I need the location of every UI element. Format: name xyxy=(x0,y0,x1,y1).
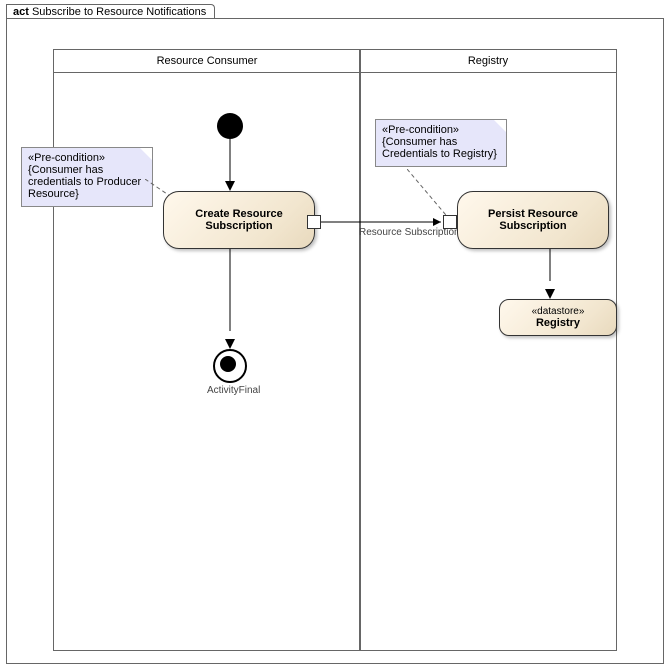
final-node-label: ActivityFinal xyxy=(207,385,260,396)
activity-label: Create Resource Subscription xyxy=(172,208,306,232)
input-pin-persist xyxy=(443,215,457,229)
frame-title: Subscribe to Resource Notifications xyxy=(32,6,206,18)
arrowhead-icon xyxy=(545,289,555,299)
activity-final-node xyxy=(213,349,247,383)
lane-registry-header: Registry xyxy=(360,50,616,73)
arrowhead-icon xyxy=(225,339,235,349)
note-stereotype: «Pre-condition» xyxy=(28,152,146,164)
lane-consumer-header: Resource Consumer xyxy=(54,50,360,73)
edge-persist-to-datastore xyxy=(545,249,557,291)
lane-consumer: Resource Consumer xyxy=(53,49,361,651)
note-text: {Consumer has Credentials to Registry} xyxy=(382,136,500,160)
note-registry-precondition: «Pre-condition» {Consumer has Credential… xyxy=(375,119,507,167)
note-consumer-precondition: «Pre-condition» {Consumer has credential… xyxy=(21,147,153,207)
output-pin-create xyxy=(307,215,321,229)
activity-persist-subscription: Persist Resource Subscription xyxy=(457,191,609,249)
datastore-registry: «datastore» Registry xyxy=(499,299,617,336)
initial-node xyxy=(217,113,243,139)
activity-label: Persist Resource Subscription xyxy=(466,208,600,232)
datastore-name: Registry xyxy=(508,317,608,329)
diagram-canvas: act Subscribe to Resource Notifications … xyxy=(0,0,670,670)
datastore-stereotype: «datastore» xyxy=(508,306,608,317)
edge-create-to-final xyxy=(225,249,237,341)
arrowhead-icon xyxy=(225,181,235,191)
note-text: {Consumer has credentials to Producer Re… xyxy=(28,164,146,200)
note-stereotype: «Pre-condition» xyxy=(382,124,500,136)
activity-create-subscription: Create Resource Subscription xyxy=(163,191,315,249)
activity-frame: Resource Consumer Registry «Pre-conditio… xyxy=(6,18,664,664)
frame-keyword: act xyxy=(13,6,29,18)
